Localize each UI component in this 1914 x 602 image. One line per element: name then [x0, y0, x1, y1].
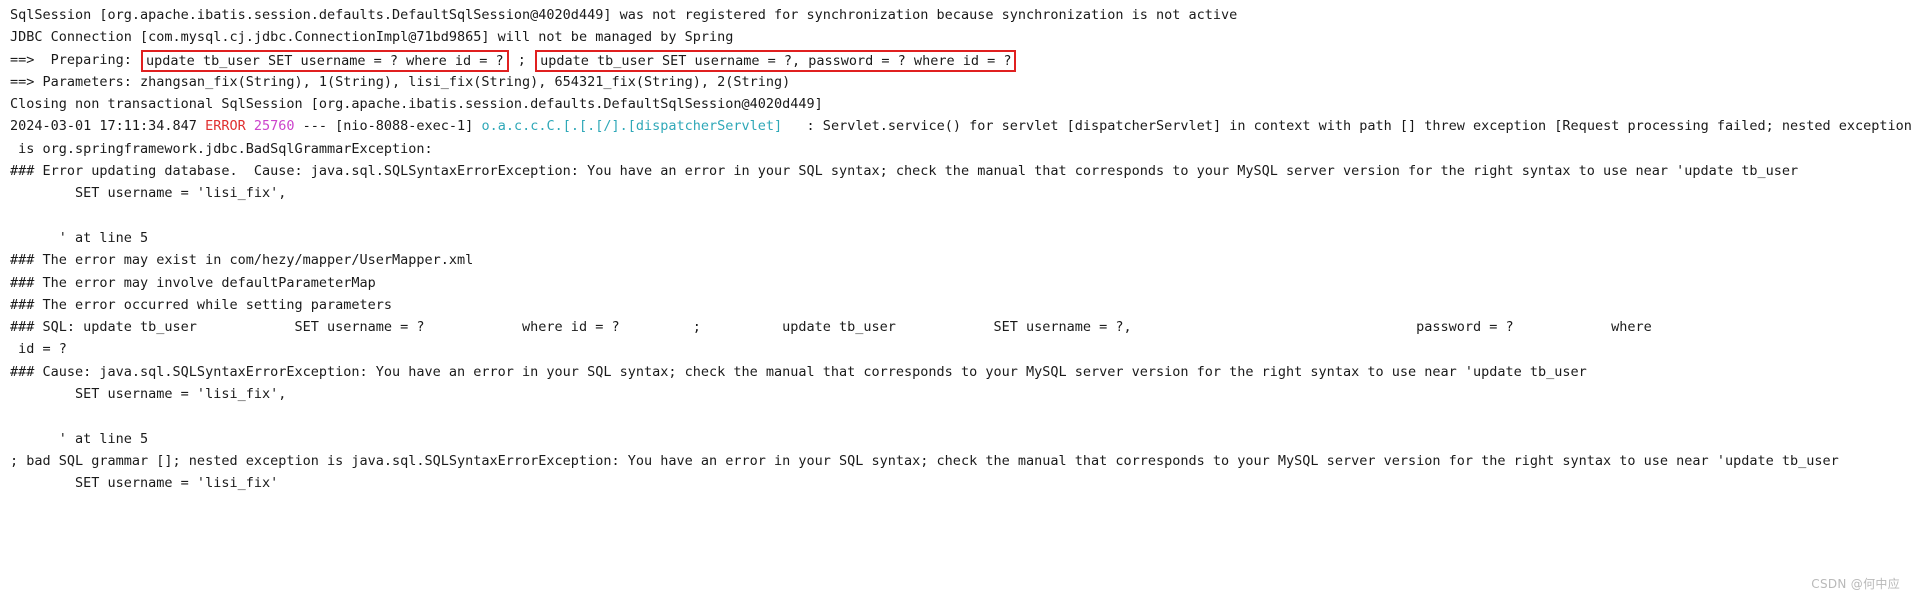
set-username-fragment-1: SET username = 'lisi_fix', [10, 182, 1914, 204]
log-text: ### The error may exist in com/hezy/mapp… [10, 252, 474, 269]
sql-statement-echo: ### SQL: update tb_user SET username = ?… [10, 316, 1914, 338]
log-text: ==> Parameters: zhangsan_fix(String), 1(… [10, 73, 791, 90]
set-username-fragment-3: SET username = 'lisi_fix' [10, 472, 1914, 494]
log-text: SET username = 'lisi_fix', [10, 386, 287, 403]
error-updating-database: ### Error updating database. Cause: java… [10, 160, 1914, 182]
log-text: ; bad SQL grammar []; nested exception i… [10, 452, 1839, 469]
blank-1 [10, 205, 1914, 227]
closing-sqlsession: Closing non transactional SqlSession [or… [10, 93, 1914, 115]
highlighted-sql-statement[interactable]: update tb_user SET username = ? where id… [141, 49, 509, 72]
log-text: ### The error may involve defaultParamet… [10, 274, 376, 291]
log-text: o.a.c.c.C.[.[.[/].[dispatcherServlet] [481, 118, 783, 135]
log-text: 2024-03-01 17:11:34.847 [10, 118, 206, 135]
set-username-fragment-2: SET username = 'lisi_fix', [10, 383, 1914, 405]
log-text: ' at line 5 [10, 229, 149, 246]
log-text: --- [nio-8088-exec-1] [294, 118, 482, 135]
log-text: SqlSession [org.apache.ibatis.session.de… [10, 7, 1238, 23]
csdn-watermark: CSDN @何中应 [1811, 576, 1900, 591]
log-text: ' at line 5 [10, 430, 149, 447]
log-text: : Servlet.service() for servlet [dispatc… [782, 118, 1912, 135]
blank-2 [10, 405, 1914, 427]
error-may-exist-in: ### The error may exist in com/hezy/mapp… [10, 249, 1914, 271]
at-line-5-fragment-1: ' at line 5 [10, 227, 1914, 249]
log-text: SET username = 'lisi_fix' [10, 475, 279, 492]
log-text: 25760 [253, 118, 295, 135]
error-may-involve: ### The error may involve defaultParamet… [10, 272, 1914, 294]
log-text: ### Error updating database. Cause: java… [10, 163, 1799, 180]
exception-continuation: is org.springframework.jdbc.BadSqlGramma… [10, 138, 1914, 160]
bad-sql-grammar: ; bad SQL grammar []; nested exception i… [10, 450, 1914, 472]
log-text: Closing non transactional SqlSession [or… [10, 96, 823, 113]
log-text: is org.springframework.jdbc.BadSqlGramma… [10, 140, 433, 157]
sqlsession-not-registered: SqlSession [org.apache.ibatis.session.de… [10, 4, 1914, 26]
log-text: ERROR [205, 118, 246, 135]
log-text: SET username = 'lisi_fix', [10, 185, 287, 202]
console-log-output[interactable]: SqlSession [org.apache.ibatis.session.de… [0, 0, 1914, 495]
highlighted-sql-statement[interactable]: update tb_user SET username = ?, passwor… [535, 49, 1017, 72]
log-text: ### SQL: update tb_user SET username = ?… [10, 319, 1652, 336]
log-text: ; [509, 51, 535, 68]
at-line-5-fragment-2: ' at line 5 [10, 428, 1914, 450]
jdbc-connection-not-managed: JDBC Connection [com.mysql.cj.jdbc.Conne… [10, 26, 1914, 48]
log-text: ### Cause: java.sql.SQLSyntaxErrorExcept… [10, 363, 1587, 380]
error-entry: 2024-03-01 17:11:34.847 ERROR 25760 --- … [10, 115, 1914, 137]
cause-syntax-error: ### Cause: java.sql.SQLSyntaxErrorExcept… [10, 361, 1914, 383]
log-text: id = ? [10, 341, 67, 358]
log-text: ==> Preparing: [10, 51, 141, 68]
sql-statement-echo-wrap: id = ? [10, 338, 1914, 360]
error-occurred-while: ### The error occurred while setting par… [10, 294, 1914, 316]
parameters: ==> Parameters: zhangsan_fix(String), 1(… [10, 71, 1914, 93]
preparing-statement: ==> Preparing: update tb_user SET userna… [10, 49, 1914, 72]
log-text: JDBC Connection [com.mysql.cj.jdbc.Conne… [10, 29, 734, 46]
log-text: ### The error occurred while setting par… [10, 296, 393, 313]
